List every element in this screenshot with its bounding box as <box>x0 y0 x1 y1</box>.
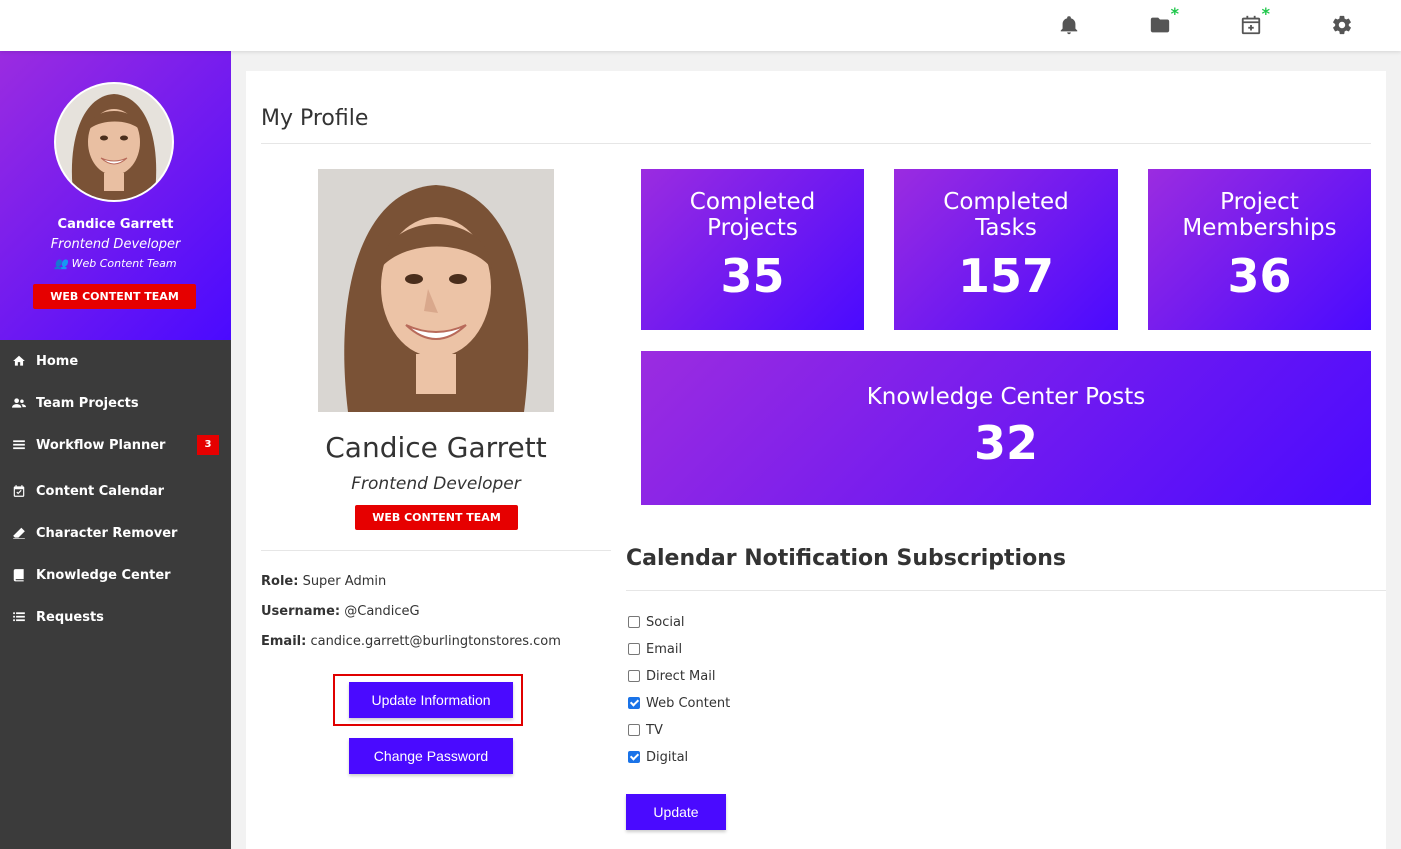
stat-label: Memberships <box>1182 215 1337 241</box>
divider <box>261 550 611 551</box>
checkbox[interactable] <box>628 616 640 628</box>
update-information-button[interactable]: Update Information <box>349 682 513 718</box>
email-info: Email: candice.garrett@burlingtonstores.… <box>261 634 561 649</box>
page-title: My Profile <box>261 106 369 131</box>
stat-value: 36 <box>1227 249 1292 303</box>
stat-label: Completed <box>689 189 816 215</box>
knowledge-center-posts-card: Knowledge Center Posts 32 <box>641 351 1371 505</box>
gear-icon[interactable] <box>1329 12 1355 38</box>
checkbox[interactable] <box>628 697 640 709</box>
checkbox-label: Email <box>646 641 683 657</box>
role-label: Role: <box>261 574 299 589</box>
stat-value: 35 <box>720 249 785 303</box>
stat-label: Projects <box>707 215 798 241</box>
email-label: Email: <box>261 634 307 649</box>
username-value: @CandiceG <box>344 604 420 619</box>
sidebar-item-character-remover[interactable]: Character Remover <box>0 512 231 554</box>
sidebar-item-label: Content Calendar <box>36 483 165 499</box>
email-value: candice.garrett@burlingtonstores.com <box>310 634 561 649</box>
subscriptions-title: Calendar Notification Subscriptions <box>626 546 1066 571</box>
project-memberships-card: Project Memberships 36 <box>1148 169 1371 330</box>
profile-panel: My Profile Candice Garrett Frontend Deve… <box>246 71 1386 849</box>
change-password-button[interactable]: Change Password <box>349 738 513 774</box>
sidebar-nav: Home Team Projects Workflow Planner 3 Co… <box>0 340 231 638</box>
sidebar-item-knowledge-center[interactable]: Knowledge Center <box>0 554 231 596</box>
team-badge: WEB CONTENT TEAM <box>33 284 196 309</box>
profile-photo <box>318 169 554 412</box>
eraser-icon <box>10 526 28 540</box>
role-info: Role: Super Admin <box>261 574 386 589</box>
subscription-email[interactable]: Email <box>628 639 682 659</box>
checkbox[interactable] <box>628 670 640 682</box>
checkbox-label: Digital <box>646 749 689 765</box>
users-icon: 👥 <box>54 257 69 270</box>
checkbox[interactable] <box>628 751 640 763</box>
divider <box>261 143 1371 144</box>
folder-add-icon[interactable]: * <box>1147 6 1179 38</box>
username-label: Username: <box>261 604 341 619</box>
sidebar-item-label: Requests <box>36 609 104 625</box>
checkbox-label: Social <box>646 614 685 630</box>
calendar-icon <box>10 484 28 498</box>
sidebar-item-label: Team Projects <box>36 395 139 411</box>
sidebar-item-workflow-planner[interactable]: Workflow Planner 3 <box>0 424 231 466</box>
subscription-digital[interactable]: Digital <box>628 747 688 767</box>
sidebar: Candice Garrett Frontend Developer 👥 Web… <box>0 51 231 849</box>
list-icon <box>10 610 28 624</box>
checkbox-label: Web Content <box>646 695 731 711</box>
update-subscriptions-button[interactable]: Update <box>626 794 726 830</box>
sidebar-user-team: 👥 Web Content Team <box>0 257 231 270</box>
calendar-add-icon[interactable]: * <box>1238 6 1270 38</box>
subscription-web-content[interactable]: Web Content <box>628 693 730 713</box>
sidebar-item-requests[interactable]: Requests <box>0 596 231 638</box>
sidebar-user-role: Frontend Developer <box>50 237 181 252</box>
stat-label: Tasks <box>975 215 1037 241</box>
username-info: Username: @CandiceG <box>261 604 420 619</box>
divider <box>626 590 1386 591</box>
sidebar-team-label: Web Content Team <box>71 257 177 270</box>
completed-tasks-card: Completed Tasks 157 <box>894 169 1118 330</box>
home-icon <box>10 354 28 368</box>
new-indicator-icon: * <box>1170 4 1179 23</box>
checkbox-label: Direct Mail <box>646 668 716 684</box>
sidebar-user-name: Candice Garrett <box>57 217 174 232</box>
stat-value: 32 <box>973 416 1038 470</box>
sidebar-profile-card: Candice Garrett Frontend Developer 👥 Web… <box>0 51 231 340</box>
checkbox[interactable] <box>628 643 640 655</box>
top-bar: * * <box>0 0 1401 51</box>
sidebar-item-content-calendar[interactable]: Content Calendar <box>0 466 231 512</box>
subscription-social[interactable]: Social <box>628 612 685 632</box>
stat-label: Completed <box>943 189 1069 215</box>
role-value: Super Admin <box>302 574 387 589</box>
sidebar-item-label: Character Remover <box>36 525 178 541</box>
sidebar-item-label: Workflow Planner <box>36 437 166 453</box>
stat-label: Knowledge Center Posts <box>866 384 1146 410</box>
users-icon <box>10 396 28 410</box>
checkbox-label: TV <box>646 722 663 738</box>
subscription-direct-mail[interactable]: Direct Mail <box>628 666 715 686</box>
notification-count-badge: 3 <box>197 435 219 455</box>
checkbox[interactable] <box>628 724 640 736</box>
profile-role: Frontend Developer <box>351 474 521 494</box>
planner-icon <box>10 438 28 452</box>
subscription-tv[interactable]: TV <box>628 720 663 740</box>
new-indicator-icon: * <box>1261 4 1270 23</box>
avatar[interactable] <box>54 82 174 202</box>
stat-label: Project <box>1220 189 1299 215</box>
sidebar-item-team-projects[interactable]: Team Projects <box>0 382 231 424</box>
bell-icon[interactable] <box>1056 12 1082 38</box>
sidebar-item-home[interactable]: Home <box>0 340 231 382</box>
book-icon <box>10 568 28 582</box>
stat-value: 157 <box>957 249 1055 303</box>
profile-name: Candice Garrett <box>325 431 547 464</box>
team-badge: WEB CONTENT TEAM <box>355 505 518 530</box>
sidebar-item-label: Knowledge Center <box>36 567 171 583</box>
sidebar-item-label: Home <box>36 353 79 369</box>
completed-projects-card: Completed Projects 35 <box>641 169 864 330</box>
